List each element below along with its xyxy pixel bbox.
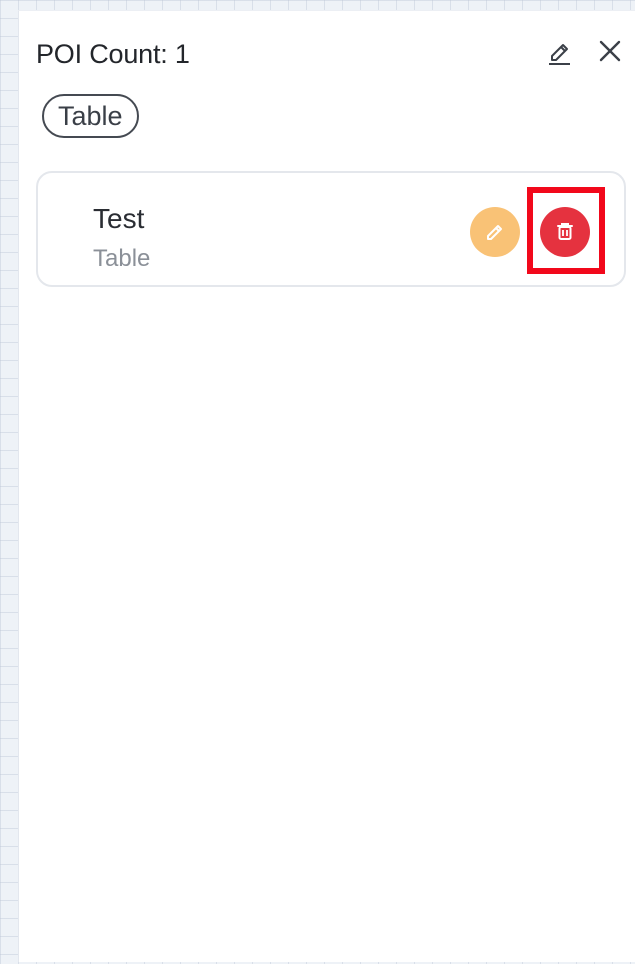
delete-poi-button[interactable] bbox=[540, 207, 590, 257]
trash-icon bbox=[557, 223, 573, 240]
poi-name: Test bbox=[93, 203, 145, 234]
poi-count-title: POI Count: 1 bbox=[36, 39, 190, 69]
poi-list-item[interactable]: Test Table bbox=[36, 171, 626, 287]
poi-type: Table bbox=[93, 245, 151, 272]
poi-panel: POI Count: 1 Table Test Table bbox=[18, 10, 635, 962]
close-icon bbox=[599, 40, 621, 62]
pencil-underline-icon bbox=[549, 44, 570, 65]
close-panel-button[interactable] bbox=[594, 35, 626, 67]
edit-panel-button[interactable] bbox=[543, 35, 575, 67]
filter-chip-label: Table bbox=[58, 100, 123, 131]
filter-chip-table[interactable]: Table bbox=[42, 94, 139, 138]
pencil-icon bbox=[487, 225, 502, 240]
edit-poi-button[interactable] bbox=[470, 207, 520, 257]
